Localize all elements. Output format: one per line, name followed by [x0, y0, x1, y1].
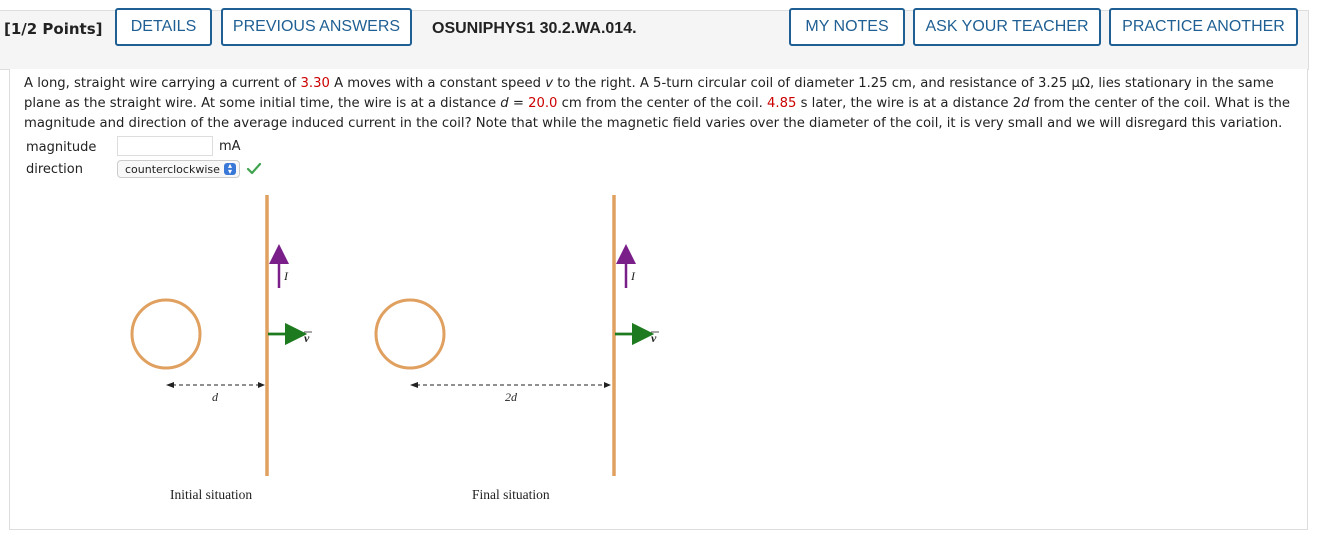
distance-arrowhead-initial [166, 382, 174, 388]
distance-label-final: 2d [505, 390, 518, 404]
velocity-label-final: v [651, 331, 657, 345]
coil-initial [130, 298, 202, 370]
final-situation-caption: Final situation [472, 487, 550, 502]
initial-situation-caption: Initial situation [170, 487, 253, 502]
distance-arrowhead-final [410, 382, 418, 388]
physics-figure: I v d I v 2d [130, 195, 659, 476]
current-label-final: I [630, 269, 636, 283]
distance-label-initial: d [212, 390, 219, 404]
current-label-initial: I [283, 269, 289, 283]
velocity-label-initial: v [304, 331, 310, 345]
coil-final [374, 298, 446, 370]
